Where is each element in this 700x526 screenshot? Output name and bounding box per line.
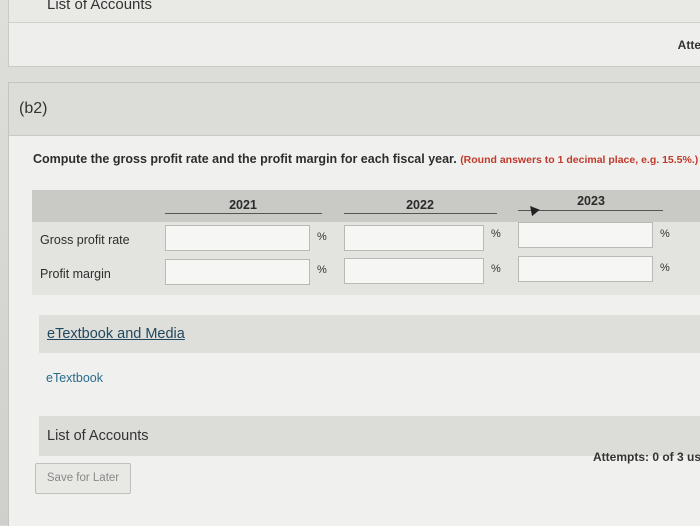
- percent-sign: %: [491, 228, 501, 240]
- part-label: (b2): [19, 100, 48, 117]
- profit-margin-2022-input[interactable]: [344, 258, 484, 284]
- column-underline-2022: [344, 213, 497, 214]
- table-header: 2021 2022 2023: [32, 190, 700, 222]
- list-of-accounts-link[interactable]: List of Accounts: [47, 428, 149, 444]
- question-text: Compute the gross profit rate and the pr…: [33, 152, 457, 166]
- top-panel: List of Accounts Atte: [8, 0, 700, 67]
- attempts-text-top: Atte: [677, 38, 700, 52]
- gross-profit-rate-2022-input[interactable]: [344, 225, 484, 251]
- list-of-accounts-header: List of Accounts: [9, 0, 700, 23]
- save-for-later-button[interactable]: Save for Later: [35, 463, 131, 494]
- percent-sign: %: [660, 262, 670, 274]
- rounding-hint: (Round answers to 1 decimal place, e.g. …: [460, 154, 699, 166]
- column-header-2022: 2022: [406, 198, 434, 212]
- row-label-profit-margin: Profit margin: [40, 267, 111, 281]
- list-of-accounts-link-top[interactable]: List of Accounts: [47, 0, 152, 13]
- part-header: (b2): [9, 83, 700, 136]
- column-underline-2021: [165, 213, 322, 214]
- etextbook-and-media-link[interactable]: eTextbook and Media: [47, 326, 185, 342]
- etextbook-link[interactable]: eTextbook: [46, 371, 103, 385]
- column-header-2023: 2023: [577, 194, 605, 208]
- percent-sign: %: [317, 264, 327, 276]
- attempts-counter: Attempts: 0 of 3 us: [592, 450, 700, 464]
- row-label-gross-profit-rate: Gross profit rate: [40, 233, 130, 247]
- question-prompt: Compute the gross profit rate and the pr…: [33, 152, 698, 166]
- gross-profit-rate-2021-input[interactable]: [165, 225, 310, 251]
- answer-table: 2021 2022 2023 Gross profit rate % % % P…: [32, 190, 700, 295]
- percent-sign: %: [317, 231, 327, 243]
- column-header-2021: 2021: [229, 198, 257, 212]
- profit-margin-2021-input[interactable]: [165, 259, 310, 285]
- column-underline-2023: [518, 210, 663, 211]
- etextbook-media-header: eTextbook and Media: [39, 315, 700, 353]
- question-panel: (b2) Compute the gross profit rate and t…: [8, 82, 700, 526]
- percent-sign: %: [660, 228, 670, 240]
- percent-sign: %: [491, 263, 501, 275]
- profit-margin-2023-input[interactable]: [518, 256, 653, 282]
- gross-profit-rate-2023-input[interactable]: [518, 222, 653, 248]
